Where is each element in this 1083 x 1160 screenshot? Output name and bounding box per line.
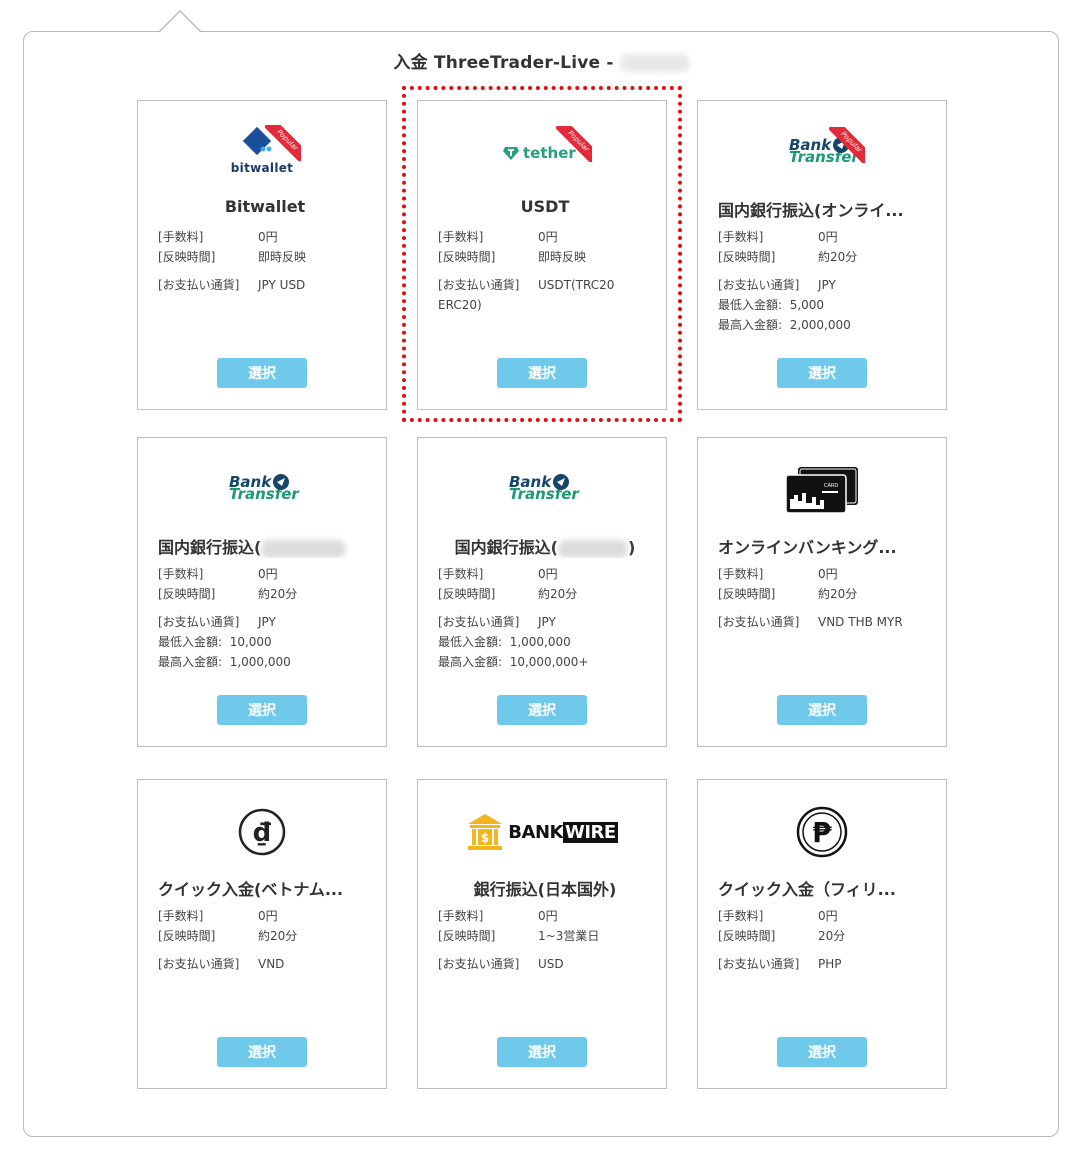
tether-logo: tether Popular (418, 123, 666, 183)
method-details: [手数料] 0円 [反映時間] 20分 [お支払い通貨] PHP (718, 909, 846, 971)
method-details: [手数料] 0円 [反映時間] 即時反映 [お支払い通貨] USDT(TRC20 ER… (438, 230, 615, 312)
method-details: [手数料] 0円 [反映時間] 約20分 [お支払い通貨] VND (158, 909, 298, 971)
method-name: Bitwallet (224, 197, 306, 216)
bitwallet-logo: bitwallet Popular (138, 123, 386, 183)
bank-wire-logo: $ BANK WIRE (418, 802, 666, 862)
method-name: クイック入金(ベトナム... (158, 880, 344, 899)
method-name: 国内銀行振込(オンライ... (718, 201, 904, 220)
method-details: [手数料] 0円 [反映時間] 1~3営業日 [お支払い通貨] USD (438, 909, 600, 971)
popular-ribbon: Popular (556, 126, 592, 162)
bank-name-redacted (261, 539, 347, 558)
peso-icon: ₱ (796, 806, 848, 858)
page-title: 入金 ThreeTrader-Live - (0, 48, 1083, 73)
account-number-redacted (619, 54, 690, 72)
method-name: USDT (520, 197, 570, 216)
bank-transfer-logo: Bank Transfer (229, 473, 299, 503)
bank-transfer-logo: Bank Transfer Popular (698, 123, 946, 183)
select-button[interactable]: 選択 (777, 1037, 867, 1067)
svg-text:₫: ₫ (253, 818, 271, 848)
bank-name-redacted (558, 539, 628, 558)
method-details: [手数料] 0円 [反映時間] 即時反映 [お支払い通貨] JPY USD (158, 230, 307, 292)
peso-logo: ₱ (698, 802, 946, 862)
payment-card-domestic-bank-3[interactable]: Bank Transfer 国内銀行振込() [手数料] 0円 [反映時間] 約20… (417, 437, 667, 747)
method-details: [手数料] 0円 [反映時間] 約20分 [お支払い通貨] JPY 最低入金額: 5,… (718, 230, 858, 332)
payment-card-usdt[interactable]: tether Popular USDT [手数料] 0円 [反映時間] 即時反映 [… (417, 100, 667, 410)
select-button[interactable]: 選択 (497, 358, 587, 388)
payment-card-domestic-bank-online[interactable]: Bank Transfer Popular 国内銀行振込(オンライ... [手数… (697, 100, 947, 410)
payment-card-quick-philippines[interactable]: ₱ クイック入金（フィリ... [手数料] 0円 [反映時間] 20分 [お支払い通… (697, 779, 947, 1089)
method-name: クイック入金（フィリ... (718, 880, 896, 899)
method-details: [手数料] 0円 [反映時間] 約20分 [お支払い通貨] VND THB MYR (718, 567, 903, 629)
method-name: オンラインバンキング... (718, 538, 897, 557)
method-name: 国内銀行振込() (454, 538, 636, 558)
select-button[interactable]: 選択 (777, 358, 867, 388)
select-button[interactable]: 選択 (217, 358, 307, 388)
select-button[interactable]: 選択 (217, 1037, 307, 1067)
bank-transfer-icon (273, 474, 289, 490)
card-icon: CARD (785, 467, 858, 514)
select-button[interactable]: 選択 (777, 695, 867, 725)
payment-card-online-banking[interactable]: CARD オンラインバンキング... [手数料] 0円 [反映時間] 約20分 [お… (697, 437, 947, 747)
method-details: [手数料] 0円 [反映時間] 約20分 [お支払い通貨] JPY 最低入金額: 1,… (438, 567, 589, 669)
popular-ribbon: Popular (265, 125, 301, 161)
method-name: 国内銀行振込( (158, 534, 372, 558)
bank-transfer-logo: Bank Transfer (509, 473, 579, 503)
card-logo: CARD (698, 460, 946, 520)
dong-logo: ₫ (138, 802, 386, 862)
select-button[interactable]: 選択 (497, 695, 587, 725)
tether-icon (503, 147, 519, 160)
select-button[interactable]: 選択 (497, 1037, 587, 1067)
payment-card-quick-vietnam[interactable]: ₫ クイック入金(ベトナム... [手数料] 0円 [反映時間] 約20分 [お支払… (137, 779, 387, 1089)
payment-card-bitwallet[interactable]: bitwallet Popular Bitwallet [手数料] 0円 [反映時… (137, 100, 387, 410)
panel-pointer-inner (159, 12, 201, 33)
popular-ribbon: Popular (829, 127, 865, 163)
bank-wire-icon: $ (468, 814, 503, 850)
svg-text:$: $ (481, 831, 489, 845)
svg-text:₱: ₱ (812, 816, 832, 849)
payment-card-bank-wire[interactable]: $ BANK WIRE 銀行振込(日本国外) [手数料] 0円 [反映時間] 1~3… (417, 779, 667, 1089)
dong-icon: ₫ (238, 808, 286, 856)
method-name: 銀行振込(日本国外) (473, 880, 617, 899)
bank-transfer-icon (553, 474, 569, 490)
select-button[interactable]: 選択 (217, 695, 307, 725)
method-details: [手数料] 0円 [反映時間] 約20分 [お支払い通貨] JPY 最低入金額: 10… (158, 567, 298, 669)
payment-card-domestic-bank-2[interactable]: Bank Transfer 国内銀行振込( [手数料] 0円 [反映時間] 約20分… (137, 437, 387, 747)
card-label: CARD (824, 483, 838, 489)
